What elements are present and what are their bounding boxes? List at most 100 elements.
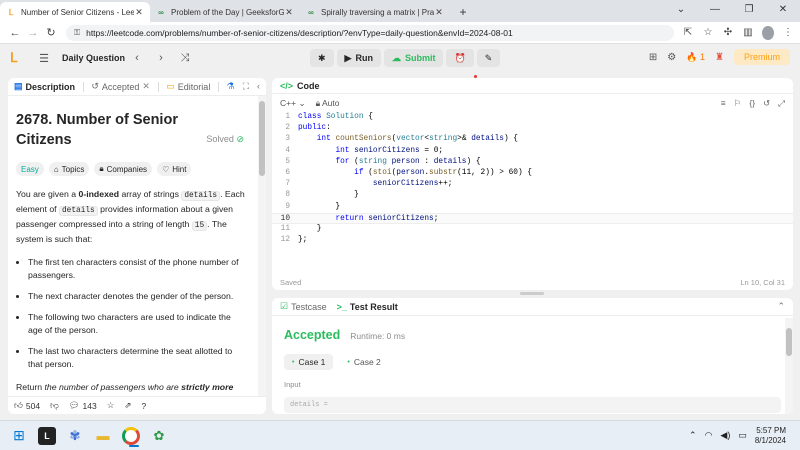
topics-tag[interactable]: ⌂ Topics	[48, 162, 90, 176]
code-line[interactable]: 12};	[272, 235, 793, 246]
close-icon[interactable]: ✕	[434, 7, 444, 18]
battery-icon[interactable]: ▭	[738, 430, 747, 441]
tab-solutions[interactable]: ⚗	[227, 81, 235, 92]
submit-button[interactable]: ☁ Submit	[383, 49, 444, 67]
help-button[interactable]: ?	[141, 401, 146, 411]
reload-icon[interactable]: ↻	[42, 26, 60, 39]
close-icon[interactable]: ✕	[284, 7, 294, 18]
checkbox-icon: ☑	[280, 301, 289, 311]
forward-arrow-icon[interactable]: →	[24, 27, 42, 39]
code-line[interactable]: 7 seniorCitizens++;	[272, 179, 793, 190]
code-line[interactable]: 3 int countSeniors(vector<string>& detai…	[272, 134, 793, 145]
share-button[interactable]: ⇗	[124, 400, 131, 411]
hint-tag[interactable]: ♡ Hint	[157, 162, 192, 176]
bookmark-star-icon[interactable]: ☆	[702, 27, 714, 38]
tab-test-result[interactable]: >_ Test Result	[337, 302, 398, 312]
scrollbar-thumb[interactable]	[786, 328, 792, 356]
side-panel-icon[interactable]: ▥	[742, 27, 754, 38]
tab-description[interactable]: ▤ Description	[14, 81, 75, 92]
fullscreen-icon[interactable]: ⤢	[778, 98, 785, 109]
next-problem-icon[interactable]: ›	[154, 52, 168, 64]
run-button[interactable]: ▶ Run	[336, 49, 381, 67]
profile-avatar[interactable]	[762, 25, 774, 40]
code-line[interactable]: 8 }	[272, 190, 793, 201]
maximize-icon[interactable]: ⛶	[243, 81, 249, 92]
store-gift-icon[interactable]: ♜	[715, 52, 724, 63]
result-scrollbar[interactable]	[785, 318, 793, 414]
app-icon[interactable]: L	[38, 426, 56, 445]
notes-button[interactable]: ✎	[476, 49, 501, 67]
expand-icon[interactable]: ⌃	[777, 301, 785, 312]
code-line[interactable]: 9 }	[272, 202, 793, 213]
layout-icon[interactable]: ⊞	[649, 52, 657, 63]
chrome-icon[interactable]	[122, 426, 140, 447]
streak-counter[interactable]: 🔥 1	[686, 52, 705, 63]
braces-icon[interactable]: {}	[749, 98, 755, 109]
tab-accepted[interactable]: ↺ Accepted ✕	[91, 81, 150, 92]
chevron-up-icon[interactable]: ⌃	[689, 430, 697, 441]
panel-resize-handle[interactable]	[520, 292, 544, 295]
scrollbar-thumb[interactable]	[259, 101, 265, 176]
minimize-button[interactable]: —	[698, 0, 732, 22]
case-tab-2[interactable]: • Case 2	[339, 354, 388, 370]
favorite-button[interactable]: ☆	[107, 400, 115, 411]
code-line[interactable]: 1 class Solution {	[272, 112, 793, 123]
code-line[interactable]: 6 if (stoi(person.substr(11, 2)) > 60) {	[272, 168, 793, 179]
close-window-button[interactable]: ✕	[766, 0, 800, 22]
collapse-chevron-icon[interactable]: ‹	[257, 81, 260, 92]
code-line[interactable]: 2 public:	[272, 123, 793, 134]
code-editor[interactable]: 1 class Solution {2 public: 3 int countSeni…	[272, 112, 793, 262]
app-icon[interactable]: ✿	[150, 427, 168, 445]
premium-button[interactable]: Premium	[733, 49, 790, 65]
volume-icon[interactable]: ◀)	[720, 430, 730, 441]
timer-button[interactable]: ⏰	[446, 49, 474, 67]
problem-list-icon[interactable]: ☰	[37, 52, 51, 65]
windows-start-icon[interactable]: ⊞	[10, 427, 28, 445]
clock[interactable]: 5:57 PM 8/1/2024	[755, 426, 786, 446]
menu-dots-icon[interactable]: ⋮	[782, 27, 794, 38]
file-explorer-icon[interactable]: ▬	[94, 427, 112, 445]
gfg-icon: ∞	[308, 7, 314, 17]
input-label: Input	[284, 380, 301, 389]
app-icon[interactable]: ✾	[66, 427, 84, 445]
browser-tab-gfg-spiral[interactable]: ∞ Spirally traversing a matrix | Prac ✕	[300, 2, 450, 22]
tab-testcase[interactable]: ☑ Testcase	[280, 301, 327, 312]
comments-button[interactable]: 💬︎ 143	[69, 400, 97, 411]
settings-gear-icon[interactable]: ⚙	[667, 52, 676, 63]
code-text: }	[298, 191, 359, 200]
extensions-icon[interactable]: ✣	[722, 27, 734, 38]
install-app-icon[interactable]: ⇱	[682, 27, 694, 38]
autocomplete-mode[interactable]: 🔒︎ Auto	[316, 98, 340, 109]
debug-button[interactable]: ✱	[310, 49, 334, 67]
reset-icon[interactable]: ↺	[763, 98, 770, 109]
description-scrollbar[interactable]	[258, 96, 266, 396]
prev-problem-icon[interactable]: ‹	[130, 52, 144, 64]
dislike-button[interactable]: 👎︎	[50, 400, 59, 411]
browser-tab-gfg-potd[interactable]: ∞ Problem of the Day | GeeksforGe ✕	[150, 2, 300, 22]
leetcode-logo-icon[interactable]: ᒪ	[10, 50, 32, 66]
bookmark-icon[interactable]: ⚐	[734, 98, 742, 109]
case-tab-1[interactable]: • Case 1	[284, 354, 334, 370]
maximize-button[interactable]: ❐	[732, 0, 766, 22]
close-icon[interactable]: ✕	[134, 7, 144, 18]
daily-question-link[interactable]: Daily Question	[62, 53, 125, 63]
site-info-icon[interactable]: ⚿	[74, 28, 80, 38]
tab-editorial[interactable]: ▭ Editorial	[166, 81, 210, 92]
code-line[interactable]: 10 return seniorCitizens;	[272, 212, 793, 224]
language-select[interactable]: C++ ⌄	[280, 98, 306, 109]
like-button[interactable]: 👍︎ 504	[14, 400, 40, 411]
shuffle-icon[interactable]: ⤨	[178, 52, 192, 65]
wifi-icon[interactable]: ◠	[705, 430, 713, 441]
code-line[interactable]: 4 int seniorCitizens = 0;	[272, 146, 793, 157]
browser-tab-leetcode[interactable]: ᒪ Number of Senior Citizens - Leet ✕	[0, 2, 150, 22]
new-tab-button[interactable]: +	[454, 3, 472, 21]
close-icon[interactable]: ✕	[142, 81, 150, 92]
url-field[interactable]: ⚿ https://leetcode.com/problems/number-o…	[66, 24, 674, 41]
companies-tag[interactable]: 🔒︎ Companies	[94, 162, 153, 176]
tab-search-icon[interactable]: ⌄	[664, 0, 698, 22]
back-arrow-icon[interactable]: ←	[6, 27, 24, 39]
line-number: 6	[285, 168, 290, 177]
code-line[interactable]: 11 }	[272, 224, 793, 235]
code-line[interactable]: 5 for (string person : details) {	[272, 157, 793, 168]
format-icon[interactable]: ≡	[721, 98, 726, 109]
